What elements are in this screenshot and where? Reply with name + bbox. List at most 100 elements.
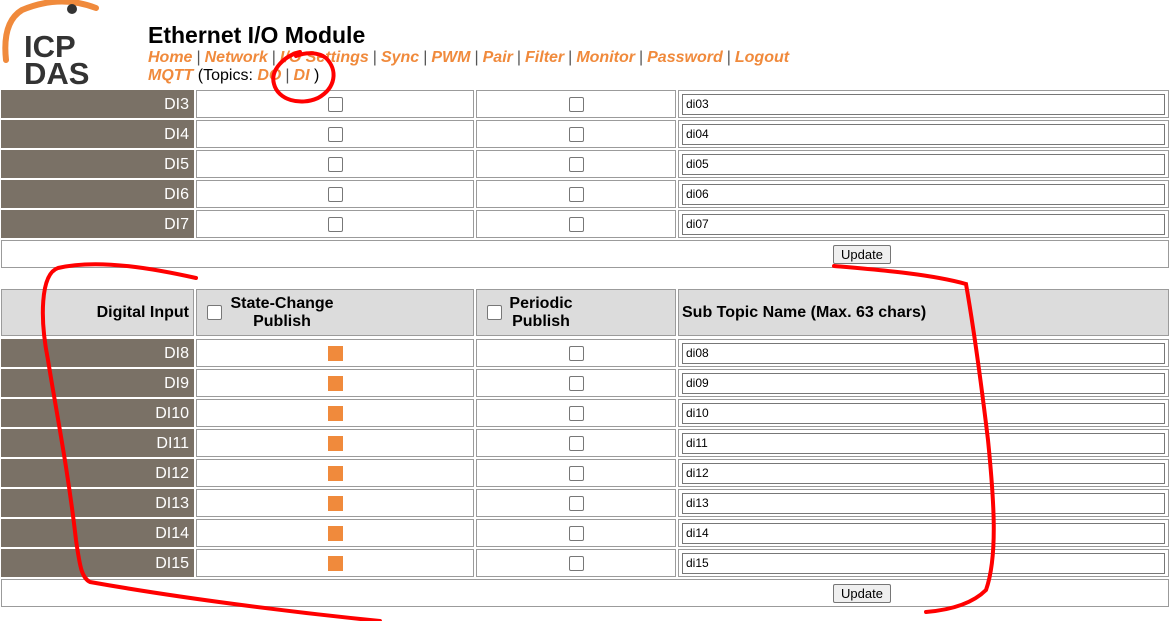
periodic-checkbox[interactable] xyxy=(569,556,584,571)
periodic-cell xyxy=(476,369,676,397)
nav-pair-link[interactable]: Pair xyxy=(483,49,513,66)
nav-separator: | xyxy=(423,49,428,66)
state-change-checkbox[interactable] xyxy=(328,187,343,202)
state-change-cell xyxy=(196,369,474,397)
periodic-checkbox[interactable] xyxy=(569,376,584,391)
sub-topic-input[interactable]: di11 xyxy=(682,433,1165,454)
sub-topic-cell: di11 xyxy=(678,429,1169,457)
periodic-cell xyxy=(476,339,676,367)
sub-topic-cell: di13 xyxy=(678,489,1169,517)
periodic-checkbox[interactable] xyxy=(569,157,584,172)
nav-pwm-link[interactable]: PWM xyxy=(431,49,470,66)
state-change-checkbox[interactable] xyxy=(328,97,343,112)
di-name-cell: DI10 xyxy=(1,399,194,427)
topics-do-link[interactable]: DO xyxy=(257,67,281,84)
update-button[interactable]: Update xyxy=(833,245,891,264)
state-change-checkbox[interactable] xyxy=(328,217,343,232)
di-name-cell: DI14 xyxy=(1,519,194,547)
header-periodic: Periodic Publish xyxy=(476,289,676,336)
di-name-cell: DI6 xyxy=(1,180,194,208)
state-change-checkbox[interactable] xyxy=(328,526,343,541)
periodic-checkbox[interactable] xyxy=(569,217,584,232)
table-header-row: Digital Input State-Change Publish Periodic… xyxy=(0,289,1169,336)
sub-topic-input[interactable]: di14 xyxy=(682,523,1165,544)
sub-topic-input[interactable]: di15 xyxy=(682,553,1165,574)
periodic-checkbox[interactable] xyxy=(569,496,584,511)
state-change-cell xyxy=(196,399,474,427)
state-change-checkbox[interactable] xyxy=(328,556,343,571)
state-change-checkbox[interactable] xyxy=(328,466,343,481)
state-change-cell xyxy=(196,459,474,487)
header-sub-topic: Sub Topic Name (Max. 63 chars) xyxy=(678,289,1169,336)
periodic-checkbox[interactable] xyxy=(569,436,584,451)
periodic-cell xyxy=(476,399,676,427)
header-state-change: State-Change Publish xyxy=(196,289,474,336)
periodic-cell xyxy=(476,429,676,457)
nav-filter-link[interactable]: Filter xyxy=(525,49,564,66)
periodic-select-all-checkbox[interactable] xyxy=(487,305,502,320)
table-row: DI14 di14 xyxy=(0,519,1169,547)
sub-topic-input[interactable]: di04 xyxy=(682,124,1165,145)
periodic-checkbox[interactable] xyxy=(569,187,584,202)
periodic-checkbox[interactable] xyxy=(569,406,584,421)
sub-topic-input[interactable]: di03 xyxy=(682,94,1165,115)
nav-sync-link[interactable]: Sync xyxy=(381,49,419,66)
state-change-checkbox[interactable] xyxy=(328,406,343,421)
table-row: DI8 di08 xyxy=(0,339,1169,367)
periodic-cell xyxy=(476,180,676,208)
periodic-checkbox[interactable] xyxy=(569,97,584,112)
nav-separator: | xyxy=(474,49,479,66)
nav-separator: | xyxy=(271,49,276,66)
nav-mqtt-link[interactable]: MQTT xyxy=(148,67,193,84)
periodic-cell xyxy=(476,519,676,547)
periodic-checkbox[interactable] xyxy=(569,346,584,361)
table-row: DI12 di12 xyxy=(0,459,1169,487)
state-change-select-all-checkbox[interactable] xyxy=(207,305,222,320)
sub-topic-input[interactable]: di07 xyxy=(682,214,1165,235)
sub-topic-input[interactable]: di13 xyxy=(682,493,1165,514)
state-change-cell xyxy=(196,549,474,577)
nav-io-settings-link[interactable]: I/O Settings xyxy=(280,49,369,66)
periodic-checkbox[interactable] xyxy=(569,127,584,142)
header-label-line: Publish xyxy=(253,313,311,330)
nav-separator: | xyxy=(285,67,290,84)
state-change-checkbox[interactable] xyxy=(328,346,343,361)
header-label-line: Periodic xyxy=(509,295,573,312)
sub-topic-input[interactable]: di06 xyxy=(682,184,1165,205)
nav-separator: | xyxy=(516,49,522,66)
state-change-checkbox[interactable] xyxy=(328,376,343,391)
state-change-cell xyxy=(196,429,474,457)
nav-network-link[interactable]: Network xyxy=(205,49,268,66)
sub-topic-cell: di12 xyxy=(678,459,1169,487)
sub-topic-input[interactable]: di05 xyxy=(682,154,1165,175)
nav-separator: | xyxy=(196,49,201,66)
periodic-cell xyxy=(476,120,676,148)
nav-logout-link[interactable]: Logout xyxy=(735,49,789,66)
state-change-cell xyxy=(196,519,474,547)
nav-separator: | xyxy=(372,49,377,66)
sub-topic-input[interactable]: di10 xyxy=(682,403,1165,424)
state-change-checkbox[interactable] xyxy=(328,127,343,142)
nav-separator: | xyxy=(726,49,731,66)
state-change-checkbox[interactable] xyxy=(328,436,343,451)
sub-topic-cell: di05 xyxy=(678,150,1169,178)
update-button[interactable]: Update xyxy=(833,584,891,603)
periodic-checkbox[interactable] xyxy=(569,526,584,541)
nav-separator: | xyxy=(638,49,644,66)
state-change-cell xyxy=(196,90,474,118)
header-state-change-label: State-Change Publish xyxy=(227,295,337,331)
periodic-checkbox[interactable] xyxy=(569,466,584,481)
sub-topic-input[interactable]: di09 xyxy=(682,373,1165,394)
periodic-cell xyxy=(476,210,676,238)
di-name-cell: DI5 xyxy=(1,150,194,178)
sub-topic-input[interactable]: di12 xyxy=(682,463,1165,484)
topics-di-link[interactable]: DI xyxy=(294,67,310,84)
di-name-cell: DI3 xyxy=(1,90,194,118)
state-change-checkbox[interactable] xyxy=(328,157,343,172)
nav-password-link[interactable]: Password xyxy=(647,49,723,66)
state-change-checkbox[interactable] xyxy=(328,496,343,511)
sub-topic-input[interactable]: di08 xyxy=(682,343,1165,364)
state-change-cell xyxy=(196,489,474,517)
nav-monitor-link[interactable]: Monitor xyxy=(576,49,635,66)
nav-home-link[interactable]: Home xyxy=(148,49,192,66)
